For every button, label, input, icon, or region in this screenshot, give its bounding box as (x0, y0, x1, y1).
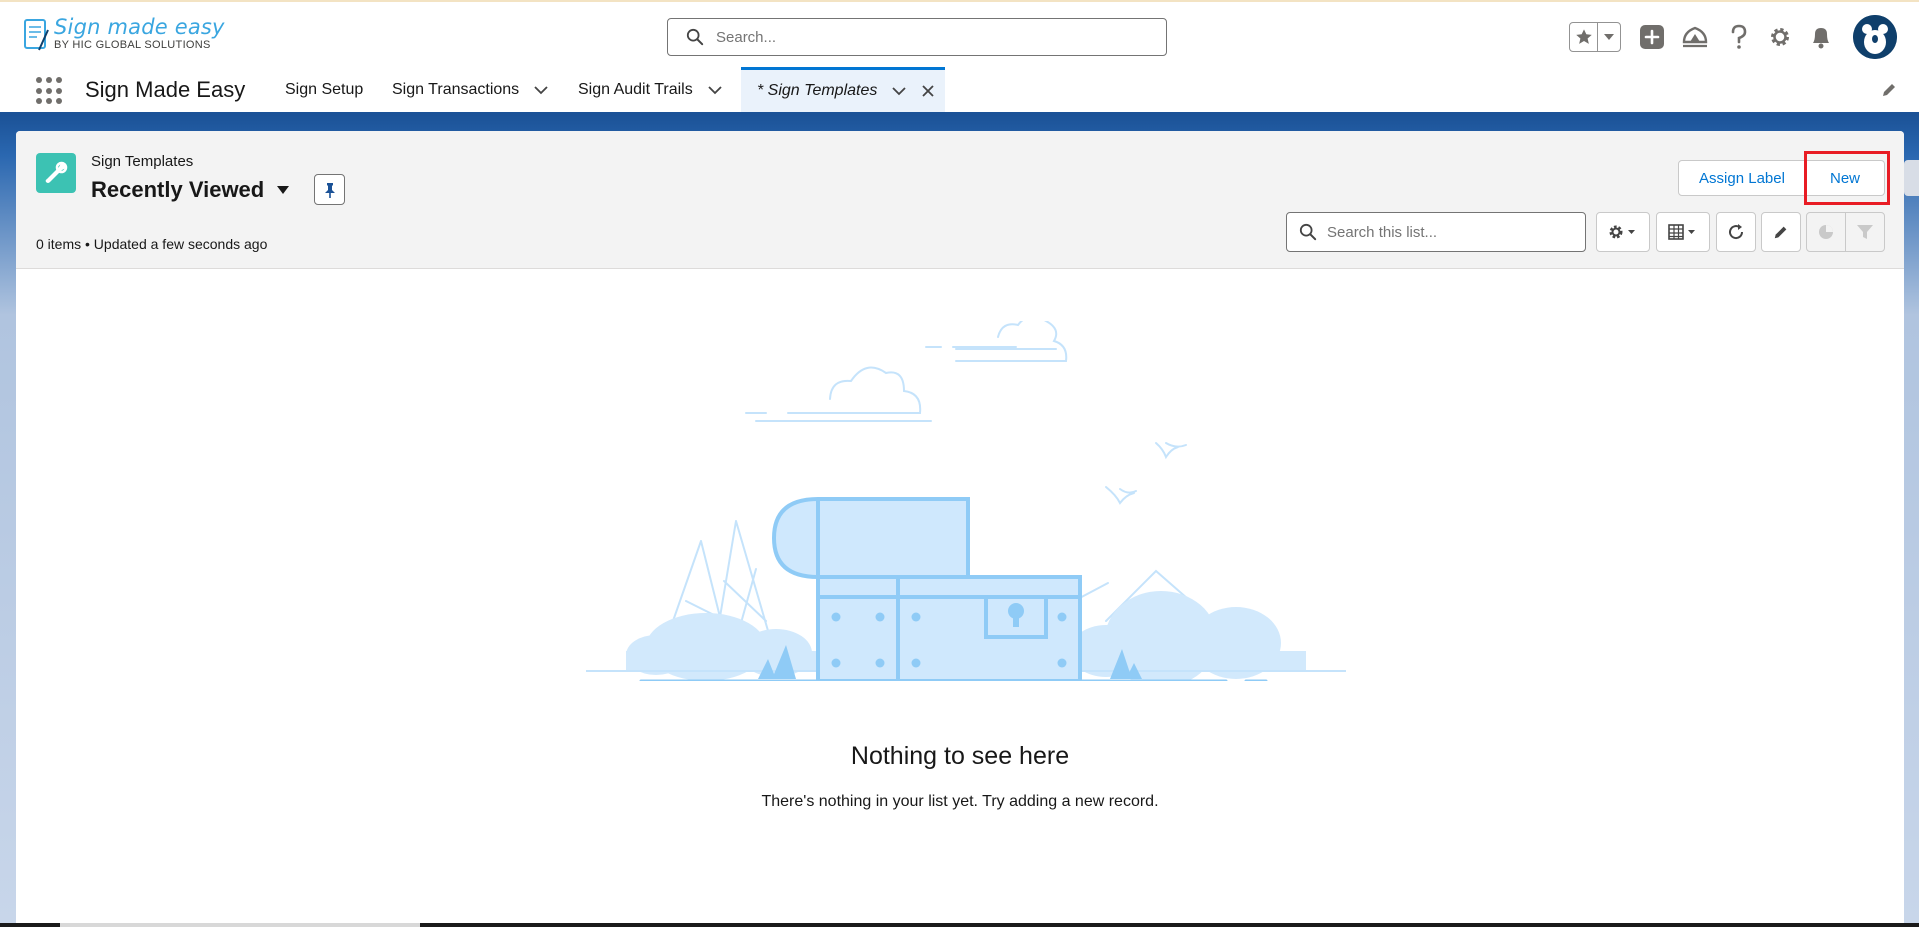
object-label: Sign Templates (91, 153, 194, 170)
refresh-button[interactable] (1716, 212, 1756, 252)
filter-icon (1857, 225, 1873, 239)
refresh-icon (1729, 224, 1744, 240)
filter-button[interactable] (1845, 212, 1885, 252)
app-launcher-grid-icon[interactable] (36, 77, 64, 105)
empty-state-title: Nothing to see here (850, 742, 1070, 770)
new-button[interactable]: New (1806, 160, 1885, 196)
list-settings-button[interactable] (1596, 212, 1650, 252)
chevron-down-icon[interactable] (533, 82, 549, 98)
list-view-card: Sign Templates Recently Viewed 0 items •… (16, 131, 1904, 927)
display-as-button[interactable] (1656, 212, 1710, 252)
assign-label-button[interactable]: Assign Label (1678, 160, 1806, 196)
setup-gear-icon[interactable] (1765, 22, 1795, 52)
app-name: Sign Made Easy (85, 77, 246, 102)
trailhead-icon[interactable] (1680, 22, 1710, 52)
edit-nav-pencil-icon[interactable] (1880, 81, 1898, 99)
favorites-button-group[interactable] (1569, 22, 1621, 52)
chart-icon (1819, 225, 1833, 239)
help-icon[interactable] (1724, 22, 1754, 52)
list-settings-gear-icon (1609, 225, 1635, 239)
app-nav-bar: Sign Made Easy Sign Setup Sign Transacti… (0, 67, 1919, 115)
document-sign-logo-icon (22, 16, 50, 52)
search-icon (1299, 223, 1317, 241)
favorites-star-icon[interactable] (1570, 23, 1598, 51)
tab-sign-templates[interactable]: * Sign Templates (741, 67, 945, 112)
logo-subtitle: BY HIC GLOBAL SOLUTIONS (54, 39, 211, 51)
pin-list-button[interactable] (314, 174, 345, 205)
side-panel-toggle[interactable] (1904, 160, 1919, 196)
logo-title: Sign made easy (54, 15, 225, 39)
wrench-object-icon (36, 153, 76, 193)
favorites-menu-chevron-icon[interactable] (1598, 23, 1620, 51)
app-logo[interactable]: Sign made easy BY HIC GLOBAL SOLUTIONS (22, 16, 225, 52)
list-view-header: Sign Templates Recently Viewed 0 items •… (16, 131, 1904, 269)
nav-item-sign-audit-trails[interactable]: Sign Audit Trails (578, 67, 723, 112)
empty-state-description: There's nothing in your list yet. Try ad… (761, 793, 1159, 810)
tab-label: * Sign Templates (757, 82, 878, 99)
list-view-name: Recently Viewed (91, 177, 265, 202)
list-status-text: 0 items • Updated a few seconds ago (36, 236, 268, 252)
nav-item-sign-setup[interactable]: Sign Setup (285, 67, 363, 112)
search-icon (686, 28, 704, 46)
display-as-table-icon (1668, 224, 1695, 240)
nav-item-label: Sign Setup (285, 80, 364, 98)
list-view-selector[interactable]: Recently Viewed (91, 177, 290, 203)
notifications-bell-icon[interactable] (1806, 22, 1836, 52)
chevron-down-icon[interactable] (707, 82, 723, 98)
pin-icon (324, 182, 335, 198)
nav-item-label: Sign Transactions (392, 80, 520, 98)
bottom-bar (0, 923, 1919, 927)
edit-list-button[interactable] (1761, 212, 1801, 252)
nav-item-sign-transactions[interactable]: Sign Transactions (392, 67, 549, 112)
global-header: Sign made easy BY HIC GLOBAL SOLUTIONS (0, 0, 1919, 67)
caret-down-icon[interactable] (276, 183, 290, 197)
close-tab-icon[interactable] (921, 84, 935, 98)
list-search[interactable] (1286, 212, 1586, 252)
edit-list-icon (1774, 226, 1787, 239)
user-avatar[interactable] (1853, 15, 1897, 59)
global-actions-plus-icon[interactable] (1637, 22, 1667, 52)
chevron-down-icon[interactable] (891, 83, 907, 99)
chart-button[interactable] (1806, 212, 1846, 252)
global-search[interactable] (667, 18, 1167, 56)
nav-item-label: Sign Audit Trails (578, 80, 693, 98)
global-search-input[interactable] (716, 28, 1136, 46)
empty-state-illustration (586, 321, 1346, 681)
list-search-input[interactable] (1327, 223, 1577, 241)
